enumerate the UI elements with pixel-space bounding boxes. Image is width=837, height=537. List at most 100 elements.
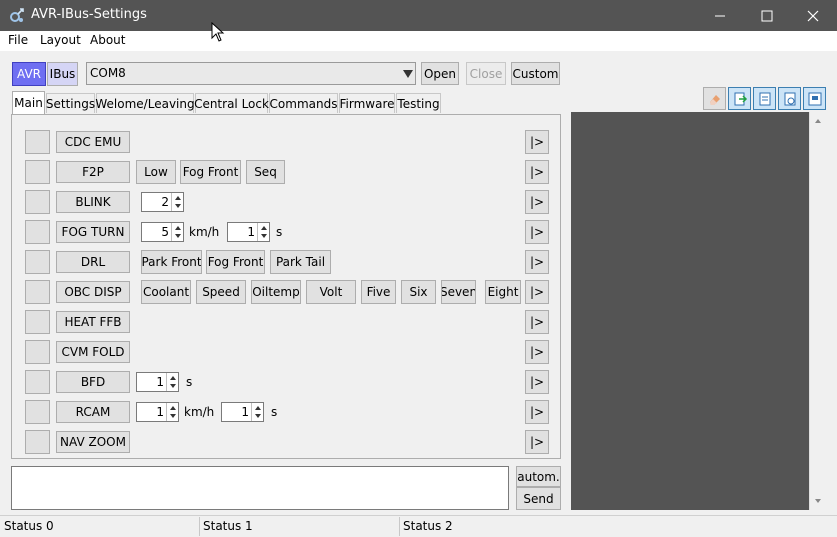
obc-speed-button[interactable]: Speed	[196, 280, 246, 304]
bfd-toggle[interactable]	[25, 370, 50, 394]
fogturn-speed-stepper[interactable]: 5	[141, 222, 184, 242]
tab-commands[interactable]: Commands	[269, 93, 338, 113]
fog-turn-button[interactable]: FOG TURN	[56, 221, 130, 243]
drl-toggle[interactable]	[25, 250, 50, 274]
f2p-low-button[interactable]: Low	[136, 160, 176, 184]
mouse-cursor-icon	[211, 21, 225, 45]
fogturn-toggle[interactable]	[25, 220, 50, 244]
f2p-button[interactable]: F2P	[56, 161, 130, 183]
f2p-send-button[interactable]: |>	[525, 160, 549, 184]
drl-button[interactable]: DRL	[56, 251, 130, 273]
rcam-button[interactable]: RCAM	[56, 401, 130, 423]
open-port-button[interactable]: Open	[421, 62, 459, 85]
stepper-arrows-icon[interactable]	[251, 403, 263, 421]
command-input[interactable]	[11, 466, 509, 510]
tab-firmware[interactable]: Firmware	[339, 93, 395, 113]
menu-file[interactable]: File	[8, 33, 28, 47]
cvm-toggle[interactable]	[25, 340, 50, 364]
close-window-button[interactable]	[790, 0, 836, 31]
autom-button[interactable]: autom.	[516, 466, 561, 487]
obc-volt-button[interactable]: Volt	[306, 280, 356, 304]
tab-settings[interactable]: Settings	[46, 93, 95, 113]
minimize-button[interactable]	[697, 0, 743, 31]
status-1: Status 1	[203, 519, 253, 533]
app-icon	[8, 7, 26, 25]
status-divider	[399, 517, 400, 536]
rcam-speed-stepper[interactable]: 1	[136, 402, 179, 422]
rcam-send-button[interactable]: |>	[525, 400, 549, 424]
cdc-emu-button[interactable]: CDC EMU	[56, 131, 130, 153]
bfd-button[interactable]: BFD	[56, 371, 130, 393]
bfd-stepper[interactable]: 1	[136, 372, 179, 392]
save-log-icon[interactable]	[753, 87, 776, 110]
export-log-icon[interactable]	[728, 87, 751, 110]
tab-central-lock[interactable]: Central Lock	[194, 93, 269, 113]
cvm-fold-button[interactable]: CVM FOLD	[56, 341, 130, 363]
tab-testing[interactable]: Testing	[396, 93, 441, 113]
close-port-button[interactable]: Close	[466, 62, 506, 85]
view-log-icon[interactable]	[803, 87, 826, 110]
blink-send-button[interactable]: |>	[525, 190, 549, 214]
eraser-icon[interactable]	[703, 87, 726, 110]
menu-about[interactable]: About	[90, 33, 125, 47]
com-port-value: COM8	[90, 66, 126, 80]
cdc-send-button[interactable]: |>	[525, 130, 549, 154]
stepper-arrows-icon[interactable]	[171, 223, 183, 241]
f2p-toggle[interactable]	[25, 160, 50, 184]
avr-toggle-button[interactable]: AVR	[12, 62, 46, 86]
f2p-fog-front-button[interactable]: Fog Front	[180, 160, 241, 184]
heat-send-button[interactable]: |>	[525, 310, 549, 334]
tab-welcome-leaving[interactable]: Welome/Leaving	[95, 93, 195, 113]
obc-coolant-button[interactable]: Coolant	[141, 280, 191, 304]
rcam-time-unit: s	[271, 405, 278, 419]
obc-seven-button[interactable]: Seven	[441, 280, 476, 304]
obc-six-button[interactable]: Six	[401, 280, 436, 304]
stepper-arrows-icon[interactable]	[166, 373, 178, 391]
window-title: AVR-IBus-Settings	[31, 7, 147, 22]
drl-send-button[interactable]: |>	[525, 250, 549, 274]
drl-park-front-button[interactable]: Park Front	[141, 250, 202, 274]
obc-toggle[interactable]	[25, 280, 50, 304]
fogturn-time-stepper[interactable]: 1	[227, 222, 270, 242]
maximize-button[interactable]	[744, 0, 790, 31]
obc-disp-button[interactable]: OBC DISP	[56, 281, 130, 303]
blink-toggle[interactable]	[25, 190, 50, 214]
com-port-select[interactable]	[86, 62, 416, 85]
drl-park-tail-button[interactable]: Park Tail	[270, 250, 331, 274]
heat-ffb-button[interactable]: HEAT FFB	[56, 311, 130, 333]
log-scrollbar[interactable]	[809, 112, 826, 510]
rcam-toggle[interactable]	[25, 400, 50, 424]
blink-value: 2	[161, 195, 169, 209]
stepper-arrows-icon[interactable]	[171, 193, 183, 211]
ibus-toggle-button[interactable]: IBus	[47, 62, 78, 86]
obc-five-button[interactable]: Five	[361, 280, 396, 304]
bfd-unit: s	[186, 375, 193, 389]
f2p-seq-button[interactable]: Seq	[246, 160, 285, 184]
cdc-toggle[interactable]	[25, 130, 50, 154]
obc-eight-button[interactable]: Eight	[485, 280, 521, 304]
obc-send-button[interactable]: |>	[525, 280, 549, 304]
obc-oiltemp-button[interactable]: Oiltemp	[251, 280, 301, 304]
cvm-send-button[interactable]: |>	[525, 340, 549, 364]
log-output-panel[interactable]	[571, 112, 809, 510]
send-button[interactable]: Send	[516, 487, 561, 510]
blink-button[interactable]: BLINK	[56, 191, 130, 213]
menu-layout[interactable]: Layout	[40, 33, 81, 47]
stepper-arrows-icon[interactable]	[257, 223, 269, 241]
navzoom-send-button[interactable]: |>	[525, 430, 549, 454]
custom-button[interactable]: Custom	[511, 62, 560, 85]
navzoom-toggle[interactable]	[25, 430, 50, 454]
drl-fog-front-button[interactable]: Fog Front	[206, 250, 265, 274]
status-divider	[199, 517, 200, 536]
fogturn-time-value: 1	[247, 225, 255, 239]
fogturn-send-button[interactable]: |>	[525, 220, 549, 244]
tab-main[interactable]: Main	[12, 91, 45, 114]
nav-zoom-button[interactable]: NAV ZOOM	[56, 431, 130, 453]
rcam-time-value: 1	[241, 405, 249, 419]
blink-stepper[interactable]: 2	[141, 192, 184, 212]
stepper-arrows-icon[interactable]	[166, 403, 178, 421]
rcam-time-stepper[interactable]: 1	[221, 402, 264, 422]
heat-toggle[interactable]	[25, 310, 50, 334]
bfd-send-button[interactable]: |>	[525, 370, 549, 394]
refresh-log-icon[interactable]	[778, 87, 801, 110]
